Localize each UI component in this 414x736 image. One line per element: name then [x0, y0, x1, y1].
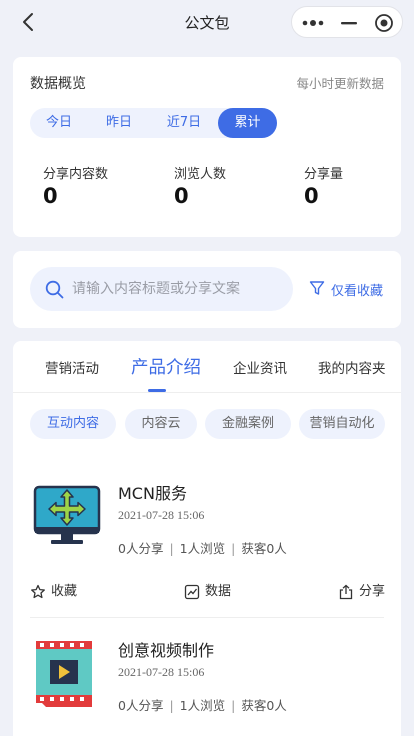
search-card: 仅看收藏 [13, 251, 401, 328]
monitor-arrows-icon [33, 485, 101, 544]
item-title: 创意视频制作 [118, 641, 215, 660]
share-count: 0人分享 [118, 541, 164, 556]
more-dots-icon[interactable] [302, 16, 324, 30]
chip-marketing-automation[interactable]: 营销自动化 [299, 409, 385, 439]
filter-funnel-icon [309, 281, 325, 295]
chip-finance-cases[interactable]: 金融案例 [205, 409, 291, 439]
view-count: 1人浏览 [179, 541, 226, 556]
period-total[interactable]: 累计 [218, 108, 277, 138]
data-label: 数据 [205, 584, 232, 599]
data-overview-card: 数据概览 每小时更新数据 今日 昨日 近7日 累计 分享内容数 0 浏览人数 0… [13, 57, 401, 237]
item-timestamp: 2021-07-28 15:06 [118, 508, 205, 522]
mini-program-capsule [291, 6, 403, 38]
category-tabs: 营销活动 产品介绍 企业资讯 我的内容夹 [13, 341, 401, 393]
lead-count: 获客0人 [241, 698, 287, 713]
list-item[interactable]: 创意视频制作 2021-07-28 15:06 0人分享|1人浏览|获客0人 收… [30, 637, 384, 736]
overview-title: 数据概览 [30, 76, 86, 92]
period-yesterday[interactable]: 昨日 [88, 108, 150, 138]
stat-value: 0 [304, 184, 319, 208]
close-circle-icon[interactable] [374, 13, 394, 33]
stat-label: 分享量 [304, 167, 344, 182]
subcategory-chips: 互动内容 内容云 金融案例 营销自动化 [13, 409, 401, 441]
list-item[interactable]: MCN服务 2021-07-28 15:06 0人分享 | 1人浏览 | 获客0人 收藏… [30, 480, 386, 620]
content-list-card: 营销活动 产品介绍 企业资讯 我的内容夹 互动内容 内容云 金融案例 营销自动化… [13, 341, 401, 736]
update-note: 每小时更新数据 [296, 76, 384, 91]
stat-label: 浏览人数 [174, 167, 227, 182]
stat-label: 分享内容数 [43, 167, 109, 182]
tab-marketing-activities[interactable]: 营销活动 [45, 357, 99, 377]
tab-product-intro[interactable]: 产品介绍 [131, 354, 201, 379]
item-timestamp: 2021-07-28 15:06 [118, 665, 205, 679]
share-icon [339, 584, 353, 600]
search-box[interactable] [30, 267, 293, 311]
tab-my-folder[interactable]: 我的内容夹 [318, 357, 386, 377]
minimize-icon[interactable] [338, 16, 360, 30]
nav-bar: 公文包 [0, 0, 414, 44]
star-icon [31, 584, 45, 599]
divider [30, 617, 384, 618]
stat-value: 0 [43, 184, 58, 208]
stat-shares: 分享量 0 [304, 163, 343, 208]
lead-count: 获客0人 [241, 541, 287, 556]
item-stats: 0人分享 | 1人浏览 | 获客0人 [118, 698, 287, 713]
item-actions: 收藏 数据 分享 [30, 582, 386, 604]
video-film-icon [36, 641, 92, 707]
item-title: MCN服务 [118, 484, 187, 503]
share-label: 分享 [359, 584, 386, 599]
share-count: 0人分享 [118, 698, 164, 713]
chart-icon [184, 584, 200, 600]
chip-content-cloud[interactable]: 内容云 [125, 409, 197, 439]
item-stats: 0人分享 | 1人浏览 | 获客0人 [118, 541, 287, 556]
active-tab-indicator [148, 389, 166, 392]
search-icon [45, 280, 64, 299]
period-segmented-control: 今日 昨日 近7日 累计 [30, 108, 277, 138]
stat-viewers: 浏览人数 0 [174, 163, 226, 208]
period-7days[interactable]: 近7日 [150, 108, 218, 138]
search-input[interactable] [72, 267, 282, 311]
favorites-only-label: 仅看收藏 [331, 284, 384, 299]
view-count: 1人浏览 [179, 698, 226, 713]
stat-shared-content: 分享内容数 0 [43, 163, 108, 208]
period-today[interactable]: 今日 [30, 108, 88, 138]
tab-company-news[interactable]: 企业资讯 [233, 357, 287, 377]
chip-interactive-content[interactable]: 互动内容 [30, 409, 116, 439]
stat-value: 0 [174, 184, 189, 208]
favorite-label: 收藏 [51, 584, 78, 599]
